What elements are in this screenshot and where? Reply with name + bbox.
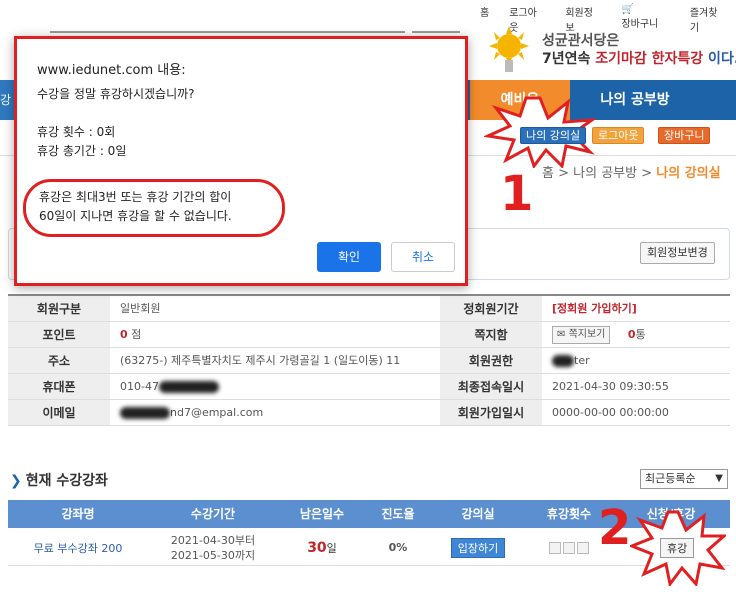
chevron-down-icon: ▼ — [715, 473, 723, 484]
email-label: 이메일 — [8, 400, 110, 425]
ok-button[interactable]: 확인 — [317, 242, 381, 272]
edit-member-button[interactable]: 회원정보변경 — [640, 242, 715, 264]
last-login-value: 2021-04-30 09:30:55 — [552, 380, 669, 393]
addr-label: 주소 — [8, 348, 110, 373]
progress-value: 0% — [388, 541, 408, 554]
breadcrumb-parent[interactable]: 나의 공부방 — [573, 166, 637, 181]
auth-label: 회원권한 — [440, 348, 542, 373]
annotation-number-2: 2 — [598, 500, 632, 556]
point-value: 0 — [120, 328, 128, 341]
course-name-link[interactable]: 무료 부수강좌 200 — [8, 540, 148, 556]
info-row: 주소 (63275-) 제주특별자치도 제주시 가령골길 1 (일도이동) 11… — [8, 348, 730, 374]
col-course-name: 강좌명 — [61, 507, 95, 521]
leave-check-2 — [563, 542, 575, 554]
msg-count: 0 — [627, 328, 636, 341]
period-label: 정회원기간 — [440, 296, 542, 321]
msg-label: 쪽지함 — [440, 322, 542, 347]
enter-classroom-button[interactable]: 입장하기 — [450, 537, 506, 558]
info-row: 이메일 nd7@empal.com 회원가입일시 0000-00-00 00:0… — [8, 400, 730, 426]
dialog-title: www.iedunet.com 내용: — [37, 63, 186, 78]
view-messages-button[interactable]: ✉ 쪽지보기 — [552, 326, 611, 344]
search-bar-line — [50, 31, 405, 33]
phone-label: 휴대폰 — [8, 374, 110, 399]
info-row: 휴대폰 010-47 최종접속일시 2021-04-30 09:30:55 — [8, 374, 730, 400]
email-value: nd7@empal.com — [170, 406, 264, 419]
days-left: 30일 — [307, 539, 337, 556]
annotation-number-1: 1 — [500, 166, 534, 222]
confirm-dialog: www.iedunet.com 내용: 수강을 정말 휴강하시겠습니까? 휴강 … — [14, 36, 468, 286]
member-info-table: 회원구분 일반회원 정회원기간 [정회원 가입하기] 포인트 0 점 쪽지함 ✉… — [8, 294, 730, 426]
dialog-note: 휴강은 최대3번 또는 휴강 기간의 합이 60일이 지나면 휴강을 할 수 없… — [39, 190, 232, 223]
message-icon: ✉ — [557, 329, 566, 340]
current-courses-title: ❯ 현재 수강강좌 — [10, 473, 108, 489]
col-period: 수강기간 — [190, 507, 236, 521]
info-row: 회원구분 일반회원 정회원기간 [정회원 가입하기] — [8, 296, 730, 322]
sort-select[interactable]: 최근등록순 ▼ — [640, 469, 728, 489]
col-progress: 진도율 — [381, 507, 415, 521]
col-days-left: 남은일수 — [299, 507, 345, 521]
last-login-label: 최종접속일시 — [440, 374, 542, 399]
breadcrumb-current: 나의 강의실 — [656, 166, 721, 181]
logout-button[interactable]: 로그아웃 — [592, 127, 645, 144]
col-classroom: 강의실 — [461, 507, 495, 521]
promo-banner[interactable]: 성균관서당은 7년연속 조기마감 한자특강 이다. — [480, 22, 736, 82]
type-label: 회원구분 — [8, 296, 110, 321]
chevron-right-icon: ❯ — [10, 473, 22, 489]
auth-value: ter — [574, 354, 590, 367]
cart-icon: 🛒 — [621, 4, 634, 15]
leave-button-highlight[interactable]: 휴강 — [660, 538, 695, 558]
banner-line1: 성균관서당은 — [542, 33, 620, 49]
leave-check-1 — [549, 542, 561, 554]
my-class-button-highlight[interactable]: 나의 강의실 — [520, 127, 587, 144]
banner-line2: 7년연속 조기마감 한자특강 이다. — [542, 51, 736, 67]
search-bar-line-2 — [412, 31, 460, 33]
sun-icon — [489, 26, 529, 72]
cart-button[interactable]: 장바구니 — [658, 127, 711, 144]
phone-value: 010-47 — [120, 380, 159, 393]
breadcrumb-home[interactable]: 홈 — [542, 166, 554, 181]
course-period: 2021-04-30부터 2021-05-30까지 — [170, 533, 256, 562]
join-date-value: 0000-00-00 00:00:00 — [552, 406, 669, 419]
join-regular-link[interactable]: [정회원 가입하기] — [552, 302, 637, 315]
point-label: 포인트 — [8, 322, 110, 347]
cancel-button[interactable]: 취소 — [391, 242, 455, 272]
info-row: 포인트 0 점 쪽지함 ✉ 쪽지보기 0통 — [8, 322, 730, 348]
nav-tab-courses[interactable]: 강좌 — [0, 80, 14, 120]
leave-check-3 — [577, 542, 589, 554]
type-value: 일반회원 — [120, 302, 161, 315]
addr-value: (63275-) 제주특별자치도 제주시 가령골길 1 (일도이동) 11 — [120, 354, 401, 367]
join-date-label: 회원가입일시 — [440, 400, 542, 425]
dialog-message: 수강을 정말 휴강하시겠습니까? 휴강 횟수 : 0회 휴강 총기간 : 0일 — [37, 87, 195, 158]
